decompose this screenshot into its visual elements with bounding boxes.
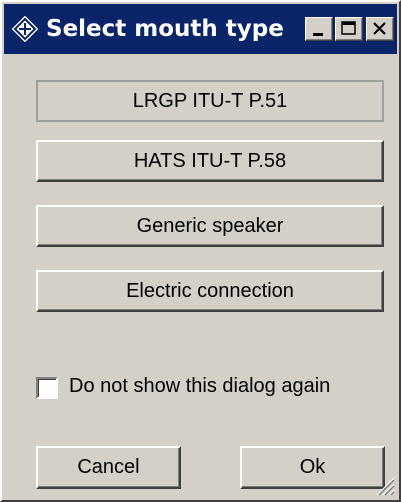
dialog-title: Select mouth type [46, 16, 284, 42]
maximize-button[interactable] [335, 17, 363, 41]
dont-show-again-label[interactable]: Do not show this dialog again [69, 375, 330, 398]
ok-button[interactable]: Ok [240, 446, 385, 489]
hats-button[interactable]: HATS ITU-T P.58 [36, 140, 384, 182]
title-bar[interactable]: Select mouth type [4, 4, 397, 54]
cancel-button[interactable]: Cancel [36, 446, 181, 489]
generic-speaker-button[interactable]: Generic speaker [36, 205, 384, 247]
diamond-logo-icon [10, 14, 40, 44]
dialog-window: Select mouth type LRGP ITU-T P.51 HATS I… [0, 0, 401, 502]
lrgp-button[interactable]: LRGP ITU-T P.51 [36, 80, 384, 122]
close-button[interactable] [366, 17, 394, 41]
resize-grip-icon[interactable] [373, 474, 395, 496]
dont-show-again-checkbox[interactable] [36, 377, 58, 399]
minimize-button[interactable] [305, 17, 333, 41]
electric-connection-button[interactable]: Electric connection [36, 270, 384, 312]
